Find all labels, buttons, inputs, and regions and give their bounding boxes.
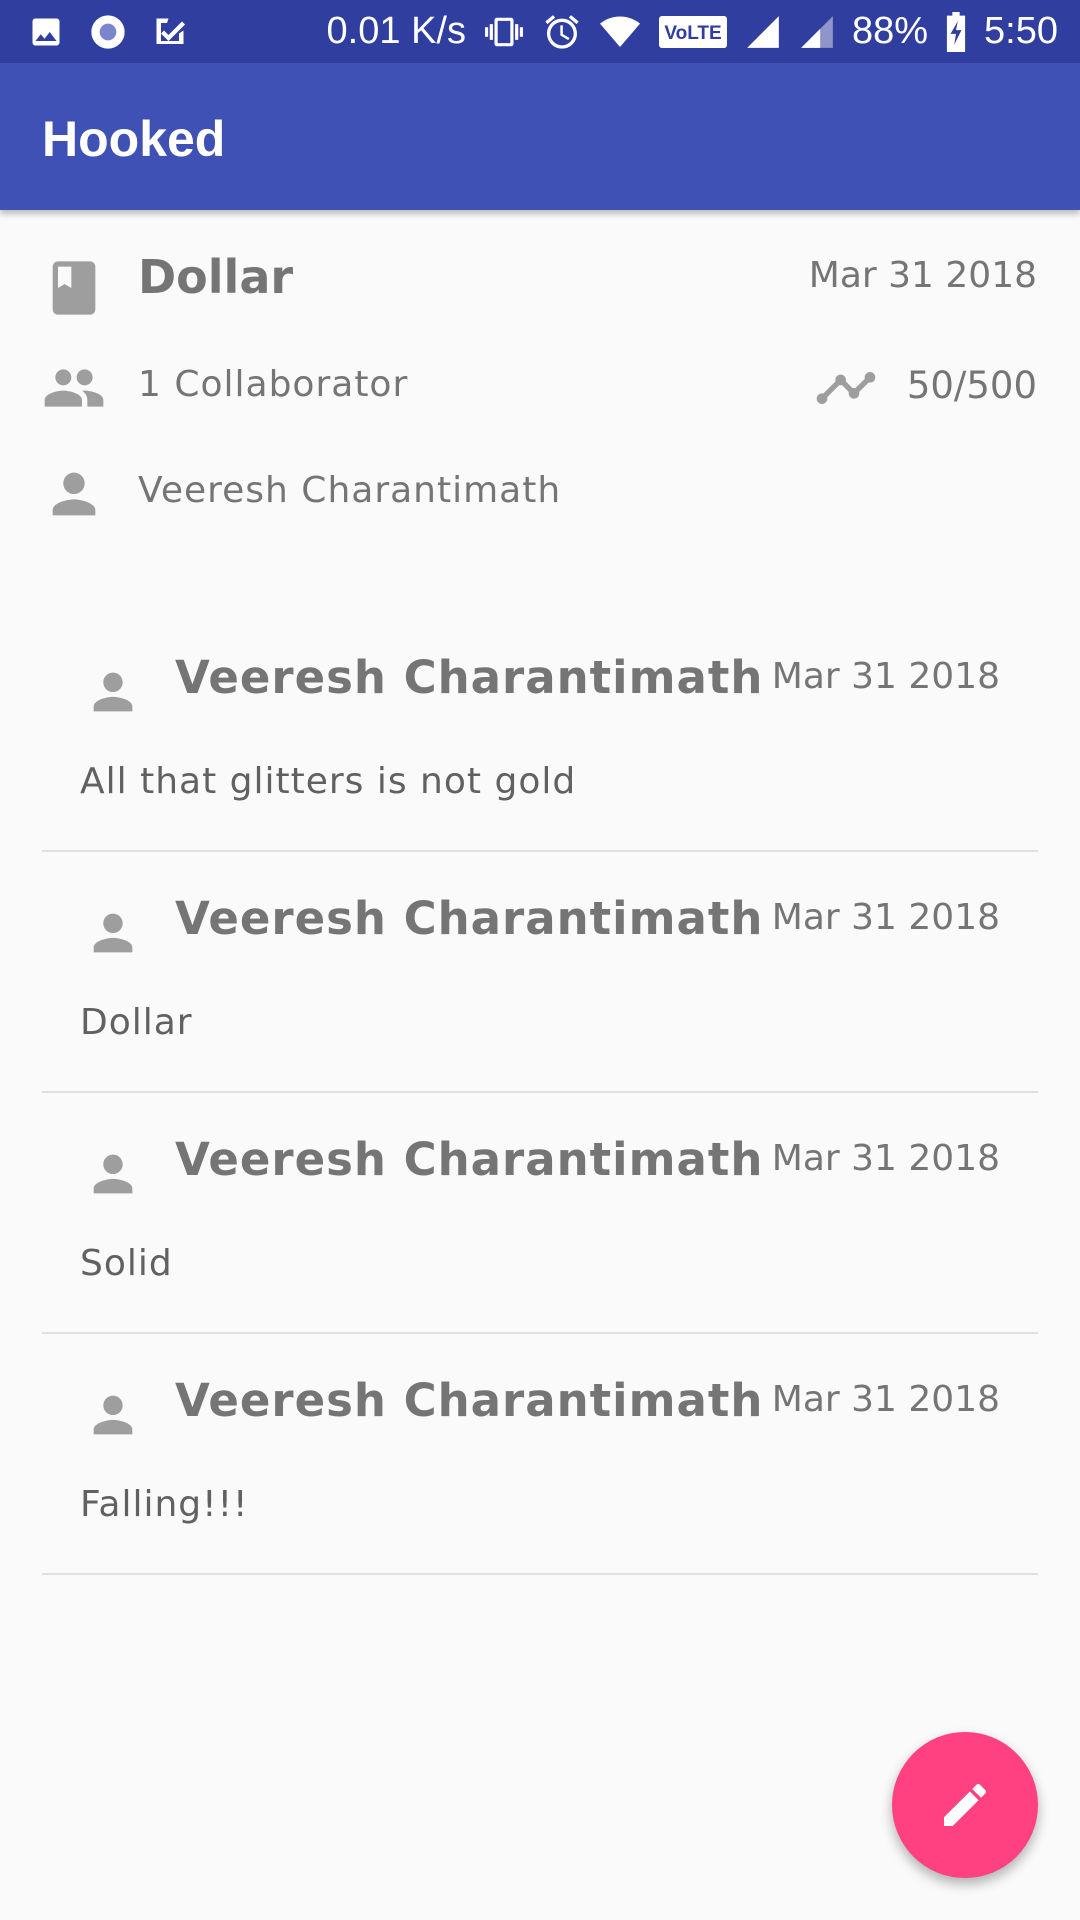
edit-fab-button[interactable] (892, 1732, 1038, 1878)
vibrate-icon (482, 13, 526, 51)
signal-icon (798, 13, 836, 51)
entry-date: Mar 31 2018 (771, 897, 1000, 938)
entry-text: Dollar (80, 1002, 193, 1043)
entry-author: Veeresh Charantimath (175, 892, 764, 945)
circle-app-icon (88, 12, 128, 52)
volte-icon: VoLTE (658, 15, 728, 49)
entry-date: Mar 31 2018 (771, 1379, 1000, 1420)
status-bar-left (28, 12, 188, 52)
app-title: Hooked (42, 111, 226, 167)
book-owner: Veeresh Charantimath (138, 470, 562, 511)
status-bar: 0.01 K/s VoLTE 88% 5:50 (0, 0, 1080, 63)
entry-author: Veeresh Charantimath (175, 1133, 764, 1186)
net-speed: 0.01 K/s (326, 10, 466, 52)
check-app-icon (152, 14, 188, 50)
list-item[interactable]: Veeresh Charantimath Mar 31 2018 Falling… (42, 1334, 1038, 1575)
signal-icon (744, 13, 782, 51)
trend-icon (814, 356, 878, 424)
book-title: Dollar (138, 250, 294, 304)
list-item[interactable]: Veeresh Charantimath Mar 31 2018 All tha… (42, 611, 1038, 852)
battery-charging-icon (944, 11, 968, 52)
pencil-icon (937, 1777, 993, 1833)
book-date: Mar 31 2018 (808, 255, 1037, 296)
app-bar: Hooked (0, 63, 1080, 210)
progress-count: 50/500 (906, 364, 1037, 407)
person-icon (84, 1386, 142, 1444)
collaborator-count: 1 Collaborator (138, 364, 409, 405)
entry-date: Mar 31 2018 (771, 656, 1000, 697)
people-icon (42, 356, 106, 420)
list-item[interactable]: Veeresh Charantimath Mar 31 2018 Dollar (42, 852, 1038, 1093)
entry-date: Mar 31 2018 (771, 1138, 1000, 1179)
clock: 5:50 (984, 10, 1058, 52)
entry-text: All that glitters is not gold (80, 761, 577, 802)
alarm-icon (542, 12, 582, 52)
entry-text: Solid (80, 1243, 173, 1284)
status-bar-right: 0.01 K/s VoLTE 88% 5:50 (327, 10, 1058, 53)
image-icon (28, 14, 64, 50)
person-icon (84, 663, 142, 721)
volte-label: VoLTE (664, 23, 721, 44)
entry-text: Falling!!! (80, 1484, 249, 1525)
wifi-icon (598, 12, 642, 52)
person-icon (84, 904, 142, 962)
book-icon (42, 256, 106, 320)
entry-author: Veeresh Charantimath (175, 1374, 764, 1427)
person-icon (84, 1145, 142, 1203)
person-icon (42, 462, 106, 526)
battery-percent: 88% (851, 10, 929, 52)
list-item[interactable]: Veeresh Charantimath Mar 31 2018 Solid (42, 1093, 1038, 1334)
entry-author: Veeresh Charantimath (175, 651, 764, 704)
